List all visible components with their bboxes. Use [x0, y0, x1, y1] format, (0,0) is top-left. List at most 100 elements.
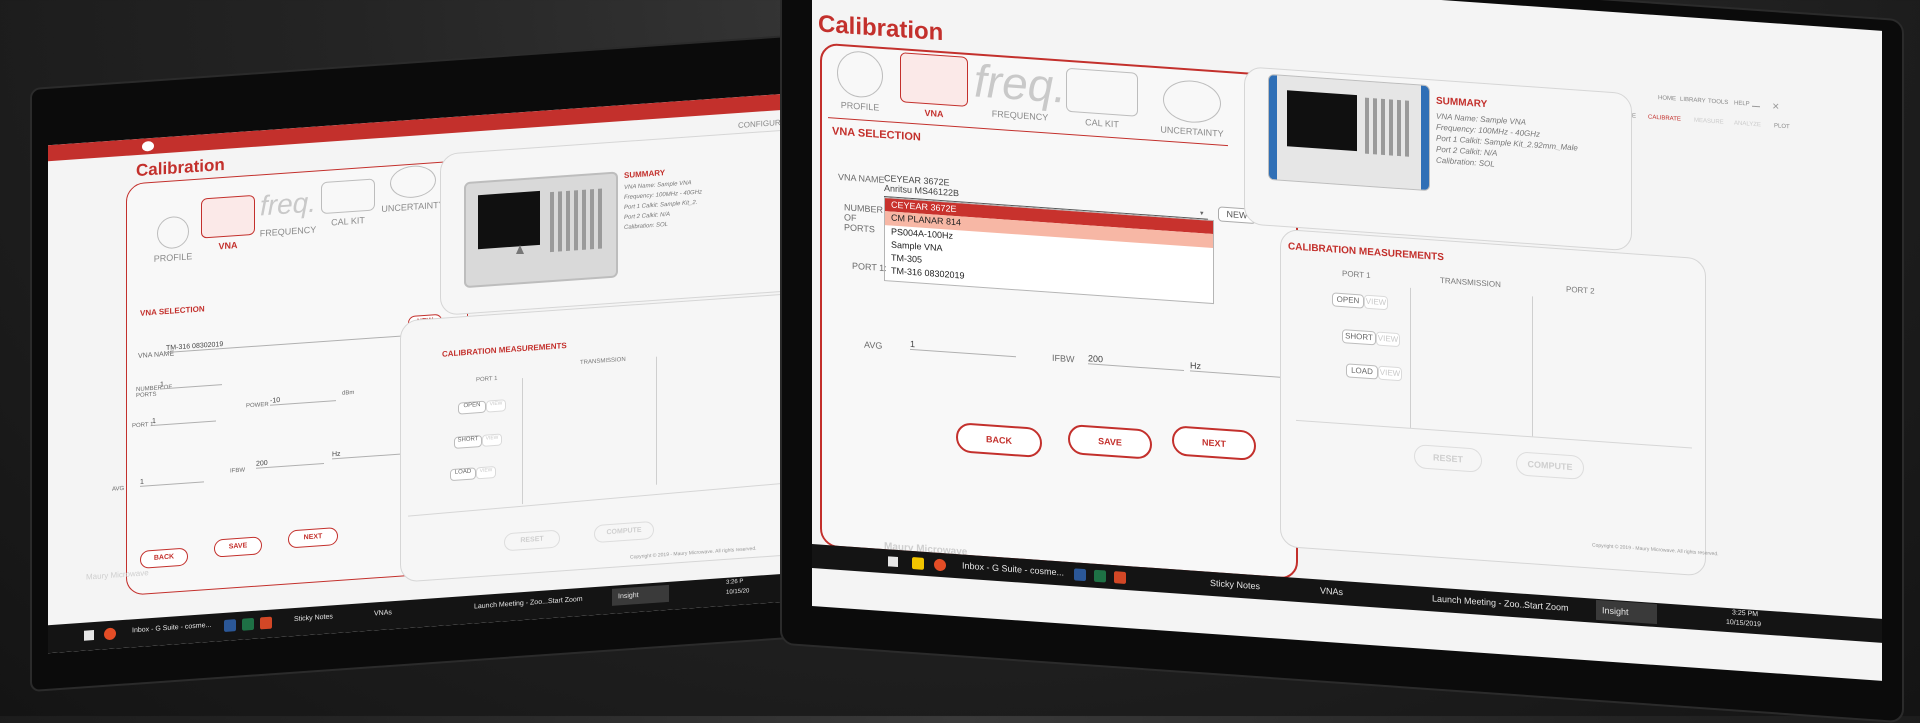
- taskbar-item-active[interactable]: Insight: [612, 584, 669, 606]
- left-screen: Calibration CONFIGURE CALIBRATE PROFILE …: [48, 90, 828, 654]
- avg-label: AVG: [864, 339, 883, 351]
- chrome-icon[interactable]: [104, 627, 116, 641]
- short-button[interactable]: SHORT: [454, 434, 482, 449]
- taskbar-item[interactable]: Launch Meeting - Zoo...: [1432, 593, 1527, 610]
- ifbw-label: IFBW: [230, 467, 245, 475]
- taskbar-item[interactable]: Sticky Notes: [1210, 578, 1260, 591]
- instrument-keypad: [550, 188, 606, 253]
- short-view-button[interactable]: VIEW: [482, 433, 502, 447]
- vna-icon: [201, 194, 255, 239]
- excel-icon[interactable]: [1094, 569, 1106, 583]
- word-icon[interactable]: [224, 619, 236, 632]
- open-view-button[interactable]: VIEW: [486, 399, 506, 413]
- word-icon[interactable]: [1074, 568, 1086, 582]
- gears-icon: [157, 215, 189, 250]
- divider: [1410, 287, 1411, 428]
- clock-date: 10/15/20: [726, 588, 750, 596]
- col-port2: PORT 2: [1566, 284, 1595, 296]
- divider: [656, 356, 657, 485]
- store-icon[interactable]: [912, 556, 924, 570]
- short-view-button[interactable]: VIEW: [1376, 331, 1400, 348]
- col-port1: PORT 1: [1342, 269, 1371, 281]
- ifbw-label: IFBW: [1052, 352, 1075, 365]
- step-cal-kit[interactable]: CAL KIT: [318, 178, 378, 228]
- step-uncertainty[interactable]: UNCERTAINTY: [378, 163, 448, 214]
- next-button[interactable]: NEXT: [288, 526, 338, 549]
- cal-kit-icon: [321, 178, 375, 215]
- step-cal-kit[interactable]: CAL KIT: [1062, 67, 1142, 131]
- step-label: VNA: [924, 107, 944, 120]
- calibrate-tab[interactable]: CALIBRATE: [1648, 114, 1681, 122]
- cal-kit-icon: [1066, 67, 1138, 117]
- save-button[interactable]: SAVE: [214, 536, 262, 558]
- close-icon[interactable]: ✕: [1772, 101, 1780, 113]
- reset-button[interactable]: RESET: [1414, 444, 1482, 473]
- taskbar-item[interactable]: Inbox - G Suite - cosme...: [132, 622, 211, 635]
- ports-label: NUMBER OF PORTS: [844, 202, 884, 235]
- load-button[interactable]: LOAD: [1346, 363, 1378, 380]
- taskbar-item[interactable]: Sticky Notes: [294, 613, 333, 623]
- taskbar-item[interactable]: VNAs: [374, 609, 392, 617]
- open-button[interactable]: OPEN: [458, 400, 486, 415]
- open-button[interactable]: OPEN: [1332, 292, 1364, 309]
- measure-tab[interactable]: MEASURE: [1694, 118, 1724, 126]
- divider: [1532, 296, 1533, 437]
- excel-icon[interactable]: [242, 617, 254, 631]
- menu-library[interactable]: LIBRARY: [1680, 97, 1706, 105]
- menu-help[interactable]: HELP: [1734, 100, 1750, 107]
- clock-date: 10/15/2019: [1726, 618, 1762, 629]
- instrument-display: [478, 190, 540, 250]
- chrome-icon[interactable]: [934, 558, 946, 572]
- step-vna[interactable]: VNA: [198, 194, 258, 253]
- gears-icon: [837, 49, 883, 99]
- cable-icon: [1163, 78, 1221, 125]
- menu-home[interactable]: HOME: [1658, 95, 1676, 102]
- clock-time: 3:26 P: [726, 578, 744, 586]
- load-button[interactable]: LOAD: [450, 467, 476, 482]
- taskbar-item-active[interactable]: Insight: [1596, 599, 1657, 625]
- save-button[interactable]: SAVE: [1068, 423, 1152, 460]
- power-unit: dBm: [342, 389, 355, 397]
- back-button[interactable]: BACK: [956, 422, 1042, 459]
- minimize-icon[interactable]: [1752, 105, 1760, 108]
- taskbar-item[interactable]: VNAs: [1320, 586, 1343, 598]
- next-button[interactable]: NEXT: [1172, 425, 1256, 462]
- open-view-button[interactable]: VIEW: [1364, 294, 1388, 311]
- plot-tab[interactable]: PLOT: [1774, 123, 1790, 130]
- avg-label: AVG: [112, 485, 125, 493]
- short-button[interactable]: SHORT: [1342, 329, 1376, 346]
- chevron-down-icon: ▾: [1200, 210, 1204, 218]
- step-frequency[interactable]: freq. FREQUENCY: [258, 186, 318, 239]
- instrument-display: [1287, 90, 1357, 152]
- step-label: VNA: [218, 240, 238, 252]
- instrument-keypad: [1365, 97, 1409, 157]
- taskbar-item[interactable]: Start Zoom: [548, 596, 583, 605]
- back-button[interactable]: BACK: [140, 547, 188, 569]
- step-frequency[interactable]: freq. FREQUENCY: [972, 53, 1068, 124]
- analyze-tab[interactable]: ANALYZE: [1734, 120, 1761, 128]
- mouse-cursor-icon: [516, 245, 524, 254]
- menu-tools[interactable]: TOOLS: [1708, 99, 1728, 106]
- taskbar-item[interactable]: Inbox - G Suite - cosme...: [962, 560, 1064, 577]
- vna-icon: [900, 52, 968, 107]
- right-screen: Calibration HOME LIBRARY TOOLS HELP ✕ CO…: [812, 0, 1882, 681]
- step-profile[interactable]: PROFILE: [148, 215, 198, 264]
- step-profile[interactable]: PROFILE: [832, 49, 888, 113]
- taskbar-item[interactable]: Launch Meeting - Zoo...: [474, 598, 548, 610]
- vna-instrument-image: [464, 171, 618, 289]
- powerpoint-icon[interactable]: [260, 616, 272, 630]
- divider: [522, 378, 523, 505]
- windows-start-icon[interactable]: [84, 630, 94, 641]
- powerpoint-icon[interactable]: [1114, 571, 1126, 584]
- vna-instrument-image: [1268, 73, 1430, 192]
- step-uncertainty[interactable]: UNCERTAINTY: [1152, 78, 1232, 140]
- freq-logo: freq.: [973, 54, 1067, 113]
- load-view-button[interactable]: VIEW: [476, 465, 496, 480]
- windows-start-icon[interactable]: [888, 556, 898, 568]
- step-vna[interactable]: VNA: [896, 52, 972, 121]
- right-monitor: Calibration HOME LIBRARY TOOLS HELP ✕ CO…: [760, 0, 1920, 723]
- taskbar-item[interactable]: Start Zoom: [1524, 600, 1569, 613]
- compute-button[interactable]: COMPUTE: [1516, 451, 1584, 480]
- load-view-button[interactable]: VIEW: [1378, 365, 1402, 382]
- left-monitor: Calibration CONFIGURE CALIBRATE PROFILE …: [0, 0, 840, 716]
